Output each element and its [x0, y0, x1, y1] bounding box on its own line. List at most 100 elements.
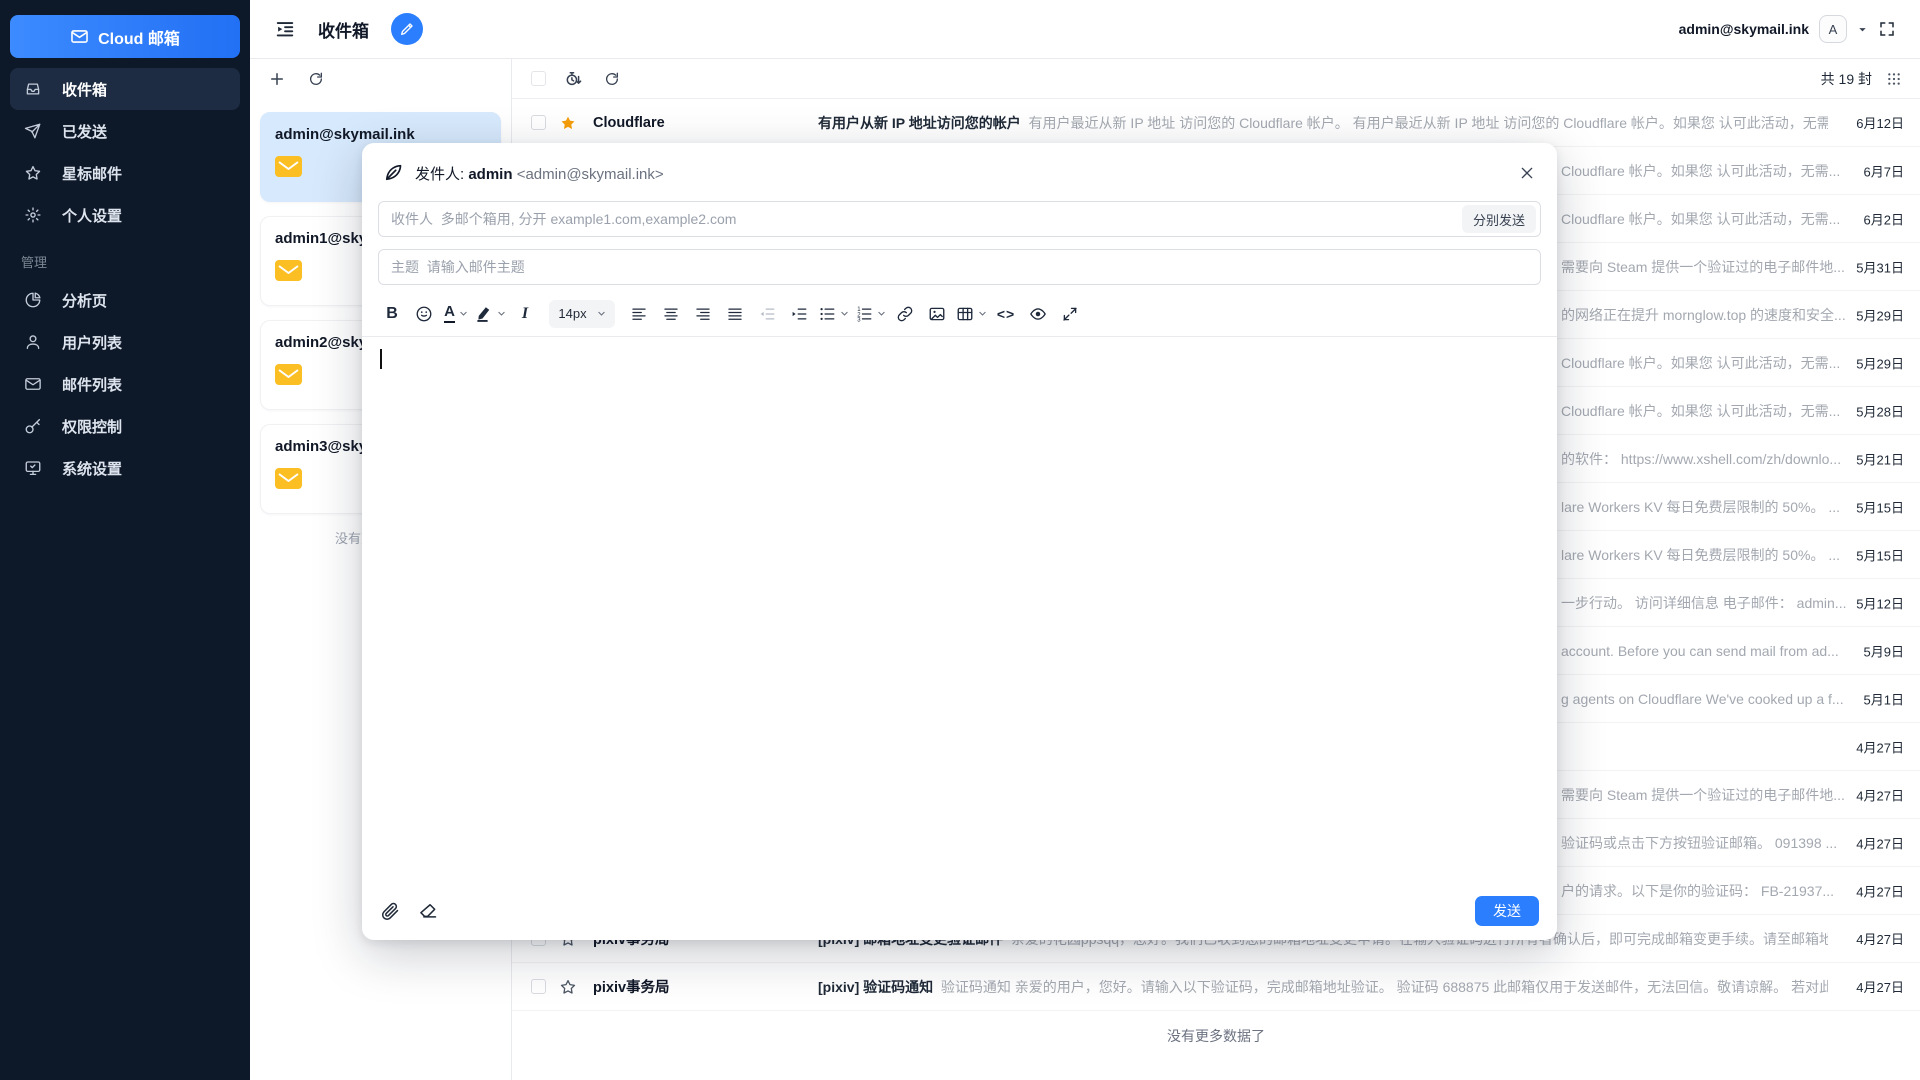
eraser-icon[interactable]	[418, 901, 438, 921]
table-icon	[956, 305, 974, 323]
logo-label: Cloud 邮箱	[98, 25, 180, 49]
select-all-checkbox[interactable]	[531, 71, 546, 86]
sidebar-item-gear[interactable]: 个人设置	[10, 194, 240, 236]
sidebar-item-user[interactable]: 用户列表	[10, 321, 240, 363]
key-icon	[24, 417, 42, 435]
sidebar-admin-menu: 分析页 用户列表 邮件列表 权限控制 系统设置	[0, 279, 250, 489]
table-button[interactable]	[956, 301, 987, 327]
outdent-icon	[758, 305, 776, 323]
from-line: 发件人: admin <admin@skymail.ink>	[415, 163, 664, 184]
close-icon[interactable]	[1519, 165, 1535, 181]
mail-date: 6月2日	[1828, 209, 1920, 228]
monitor-icon	[24, 459, 42, 477]
mail-date: 5月29日	[1828, 353, 1920, 372]
recipient-input[interactable]	[378, 201, 1541, 237]
image-button[interactable]	[924, 301, 950, 327]
sidebar-item-star[interactable]: 星标邮件	[10, 152, 240, 194]
mail-date: 5月21日	[1828, 449, 1920, 468]
sort-by-time-icon[interactable]	[564, 69, 584, 89]
align-left-button[interactable]	[626, 301, 652, 327]
svg-text:3: 3	[857, 317, 861, 323]
sidebar: Cloud 邮箱 收件箱 已发送 星标邮件 个人设置 管理 分析页 用户列表 邮…	[0, 0, 250, 1080]
align-justify-button[interactable]	[722, 301, 748, 327]
code-button[interactable]: <>	[993, 301, 1019, 327]
row-checkbox[interactable]	[531, 115, 546, 130]
fullscreen-button[interactable]	[1057, 301, 1083, 327]
sidebar-item-label: 个人设置	[62, 205, 122, 226]
grid-view-icon[interactable]	[1886, 71, 1902, 87]
envelope-icon	[275, 156, 302, 177]
bullet-list-icon	[818, 305, 836, 323]
bold-button[interactable]: B	[379, 301, 405, 327]
mail-date: 4月27日	[1828, 833, 1920, 852]
font-color-button[interactable]: A	[443, 301, 469, 327]
sender-label: pixiv事务局	[593, 976, 818, 997]
send-icon	[24, 122, 42, 140]
emoji-button[interactable]	[411, 301, 437, 327]
send-button[interactable]: 发送	[1475, 896, 1539, 926]
mail-date: 5月29日	[1828, 305, 1920, 324]
chevron-down-icon[interactable]	[1857, 24, 1868, 35]
mail-preview-strip: g agents on Cloudflare We've cooked up a…	[1561, 691, 1844, 707]
sidebar-item-inbox[interactable]: 收件箱	[10, 68, 240, 110]
fullscreen-icon[interactable]	[1878, 20, 1896, 38]
sidebar-item-label: 分析页	[62, 290, 107, 311]
sidebar-item-monitor[interactable]: 系统设置	[10, 447, 240, 489]
sidebar-item-label: 系统设置	[62, 458, 122, 479]
editor-area[interactable]	[362, 337, 1557, 882]
mail-date: 4月27日	[1828, 977, 1920, 996]
refresh-list-icon[interactable]	[604, 71, 620, 87]
sidebar-item-label: 已发送	[62, 121, 107, 142]
logo-button[interactable]: Cloud 邮箱	[10, 15, 240, 58]
pie-icon	[24, 291, 42, 309]
highlight-icon	[475, 305, 493, 323]
inbox-icon	[24, 80, 42, 98]
mail-preview-strip: 一步行动。 访问详细信息 电子邮件： admin...	[1561, 593, 1846, 613]
compose-button[interactable]	[391, 13, 423, 45]
bullet-list-button[interactable]	[818, 301, 849, 327]
sidebar-item-mail-list[interactable]: 邮件列表	[10, 363, 240, 405]
table-row[interactable]: pixiv事务局 [pixiv] 验证码通知 验证码通知 亲爱的用户，您好。请输…	[512, 963, 1920, 1011]
preview-button[interactable]	[1025, 301, 1051, 327]
star-icon[interactable]	[559, 114, 577, 132]
align-center-icon	[662, 305, 680, 323]
mail-preview-strip: 户的请求。以下是你的验证码： FB-21937...	[1561, 881, 1834, 901]
account-card-email: admin@skymail.ink	[275, 126, 486, 143]
row-checkbox[interactable]	[531, 979, 546, 994]
refresh-accounts-icon[interactable]	[308, 71, 324, 87]
italic-button[interactable]: I	[512, 301, 538, 327]
indent-button[interactable]	[786, 301, 812, 327]
table-row[interactable]: Cloudflare 有用户从新 IP 地址访问您的帐户 有用户最近从新 IP …	[512, 99, 1920, 147]
add-account-icon[interactable]	[268, 70, 286, 88]
outdent-button[interactable]	[754, 301, 780, 327]
link-icon	[896, 305, 914, 323]
font-size-select[interactable]: 14px	[549, 300, 615, 328]
mail-count-label: 共 19 封	[1821, 69, 1872, 89]
envelope-icon	[275, 364, 302, 385]
subject-field-wrap	[378, 249, 1541, 285]
sidebar-item-key[interactable]: 权限控制	[10, 405, 240, 447]
star-icon[interactable]	[559, 978, 577, 996]
mail-list-header: 共 19 封	[512, 59, 1920, 99]
avatar[interactable]: A	[1819, 15, 1847, 43]
mail-preview-strip: Cloudflare 帐户。如果您 认可此活动，无需...	[1561, 161, 1840, 181]
subject-input[interactable]	[378, 249, 1541, 285]
mail-date: 4月27日	[1828, 785, 1920, 804]
link-button[interactable]	[892, 301, 918, 327]
pencil-icon	[399, 21, 415, 37]
sidebar-item-label: 权限控制	[62, 416, 122, 437]
ordered-list-button[interactable]: 123	[855, 301, 886, 327]
sidebar-item-pie[interactable]: 分析页	[10, 279, 240, 321]
mail-preview-strip: lare Workers KV 每日免费层限制的 50%。 ...	[1561, 497, 1840, 517]
mail-date: 5月9日	[1828, 641, 1920, 660]
list-footer-label: 没有更多数据了	[512, 1026, 1920, 1046]
user-icon	[24, 333, 42, 351]
align-right-button[interactable]	[690, 301, 716, 327]
mail-date: 6月12日	[1828, 113, 1920, 132]
highlight-button[interactable]	[475, 301, 506, 327]
send-separately-button[interactable]: 分别发送	[1462, 205, 1536, 233]
sidebar-item-send[interactable]: 已发送	[10, 110, 240, 152]
align-center-button[interactable]	[658, 301, 684, 327]
collapse-sidebar-icon[interactable]	[274, 18, 296, 40]
attachment-icon[interactable]	[380, 901, 400, 921]
